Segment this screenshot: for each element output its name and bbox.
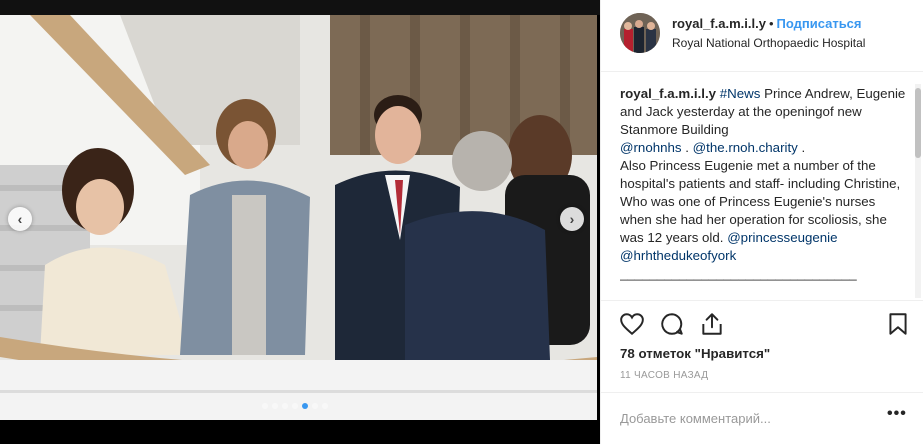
- post-side-panel: royal_f.a.m.i.l.y • Подписаться Royal Nati…: [600, 0, 923, 444]
- caption-mention[interactable]: @princesseugenie: [727, 230, 837, 245]
- caption-scrollbar[interactable]: [915, 84, 921, 298]
- carousel-dot[interactable]: [292, 403, 298, 409]
- caption-divider: ________________________________: [620, 266, 857, 281]
- post-header: royal_f.a.m.i.l.y • Подписаться Royal Nati…: [601, 0, 923, 72]
- caption-mention[interactable]: @rnohnhs: [620, 140, 682, 155]
- post-image: [0, 15, 597, 420]
- top-bar: [0, 0, 600, 15]
- comment-area: Добавьте комментарий... •••: [601, 392, 923, 444]
- post-location[interactable]: Royal National Orthopaedic Hospital: [672, 36, 865, 50]
- carousel-dot[interactable]: [272, 403, 278, 409]
- caption-mention[interactable]: @hrhthedukeofyork: [620, 248, 736, 263]
- likes-count[interactable]: 78 отметок "Нравится": [620, 346, 770, 361]
- more-options-icon[interactable]: •••: [887, 405, 907, 423]
- header-user-line: royal_f.a.m.i.l.y • Подписаться: [672, 16, 862, 31]
- caption-text: .: [797, 140, 806, 155]
- heart-icon[interactable]: [619, 311, 645, 337]
- header-username[interactable]: royal_f.a.m.i.l.y: [672, 16, 766, 31]
- follow-button[interactable]: Подписаться: [777, 16, 862, 31]
- post-caption: royal_f.a.m.i.l.y #News Prince Andrew, E…: [620, 85, 910, 298]
- carousel-next-button[interactable]: ›: [560, 207, 584, 231]
- comment-input[interactable]: Добавьте комментарий...: [620, 411, 771, 426]
- carousel-dot-active[interactable]: [302, 403, 308, 409]
- carousel-prev-button[interactable]: ‹: [8, 207, 32, 231]
- carousel-dot[interactable]: [312, 403, 318, 409]
- post-timestamp[interactable]: 11 ЧАСОВ НАЗАД: [620, 370, 708, 381]
- carousel-dot[interactable]: [282, 403, 288, 409]
- carousel-dot[interactable]: [322, 403, 328, 409]
- caption-mention[interactable]: @the.rnoh.charity: [693, 140, 798, 155]
- avatar[interactable]: [620, 13, 660, 53]
- bookmark-icon[interactable]: [885, 311, 911, 337]
- post-photo[interactable]: ‹ ›: [0, 15, 597, 420]
- header-separator: •: [768, 16, 774, 31]
- carousel-dot[interactable]: [262, 403, 268, 409]
- avatar-image: [620, 13, 660, 53]
- comment-icon[interactable]: [659, 311, 685, 337]
- post-actions: [601, 300, 923, 344]
- caption-text: .: [681, 140, 693, 155]
- caption-username[interactable]: royal_f.a.m.i.l.y: [620, 86, 716, 101]
- caption-hashtag[interactable]: #News: [720, 86, 761, 101]
- bottom-bar: [0, 420, 600, 444]
- caption-scrollbar-thumb[interactable]: [915, 88, 921, 158]
- carousel-dots: [262, 403, 328, 409]
- share-icon[interactable]: [699, 311, 725, 337]
